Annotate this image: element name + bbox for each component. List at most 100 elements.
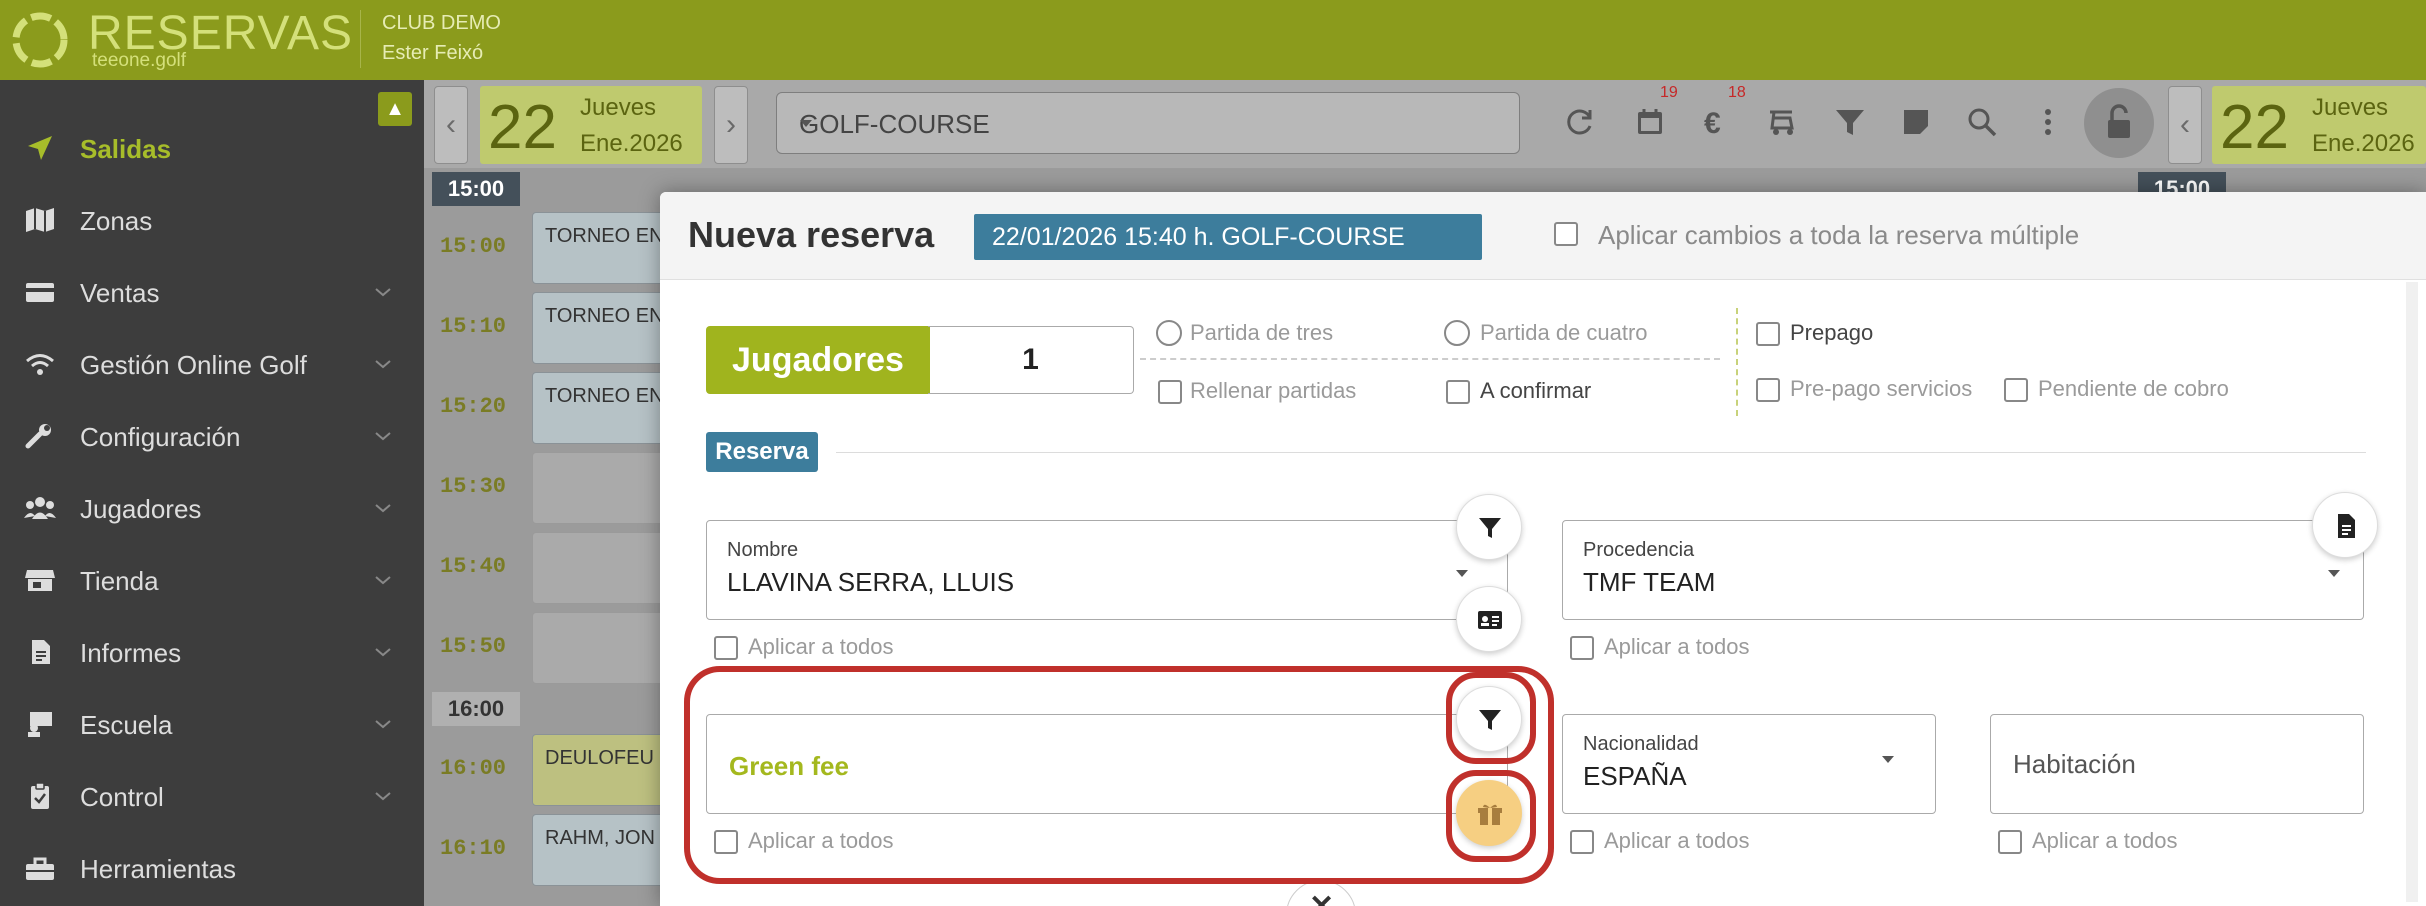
next-day-button[interactable]: › — [714, 86, 748, 164]
procedencia-apply-all-checkbox[interactable] — [1570, 636, 1594, 660]
nacionalidad-value: ESPAÑA — [1583, 761, 1687, 791]
lock-button[interactable] — [2084, 88, 2154, 158]
nombre-field[interactable]: Nombre LLAVINA SERRA, LLUIS — [706, 520, 1508, 620]
golf-cart-icon[interactable] — [1764, 104, 1800, 140]
calendar-badge: 19 — [1660, 84, 1678, 101]
course-select-value: GOLF-COURSE — [799, 109, 990, 139]
sidebar-item-gestion-online[interactable]: Gestión Online Golf — [0, 334, 424, 394]
nacionalidad-apply-all-checkbox[interactable] — [1570, 830, 1594, 854]
report-icon — [24, 638, 56, 666]
sidebar-item-ventas[interactable]: Ventas — [0, 262, 424, 322]
search-icon[interactable] — [1964, 104, 2000, 140]
sidebar-item-label: Salidas — [80, 134, 172, 164]
refresh-icon[interactable] — [1562, 104, 1598, 140]
partida-cuatro-radio[interactable] — [1444, 320, 1470, 346]
sidebar-item-tienda[interactable]: Tienda — [0, 550, 424, 610]
a-confirmar-label: A confirmar — [1480, 378, 1592, 403]
id-card-button[interactable] — [1456, 586, 1522, 652]
divider — [1140, 358, 1720, 360]
habitacion-field[interactable]: Habitación — [1990, 714, 2364, 814]
sidebar-item-salidas[interactable]: Salidas — [0, 118, 424, 178]
sidebar-item-label: Tienda — [80, 566, 159, 596]
rellenar-checkbox[interactable] — [1158, 380, 1182, 404]
sidebar-item-zonas[interactable]: Zonas — [0, 190, 424, 250]
hour-header: 15:00 — [432, 172, 520, 206]
players-label: Jugadores — [706, 326, 930, 394]
map-icon — [24, 206, 56, 234]
highlight-filter-button — [1446, 672, 1536, 764]
euro-icon[interactable]: € — [1698, 104, 1734, 140]
tee-slot[interactable] — [532, 612, 676, 684]
tee-slot[interactable]: RAHM, JON — [532, 814, 676, 886]
prepago-checkbox[interactable] — [1756, 322, 1780, 346]
modal-title: Nueva reserva — [688, 214, 935, 255]
sidebar-item-label: Ventas — [80, 278, 160, 308]
apply-multiple-label: Aplicar cambios a toda la reserva múltip… — [1598, 220, 2080, 250]
sidebar-item-label: Informes — [80, 638, 182, 668]
sidebar-item-herramientas[interactable]: Herramientas — [0, 838, 424, 898]
sidebar-item-informes[interactable]: Informes — [0, 622, 424, 682]
tee-slot[interactable]: TORNEO EN — [532, 292, 676, 364]
tee-slot[interactable]: TORNEO EN — [532, 212, 676, 284]
time-label: 15:30 — [440, 474, 507, 499]
sidebar-item-label: Zonas — [80, 206, 153, 236]
partida-cuatro-label: Partida de cuatro — [1480, 320, 1648, 345]
more-vertical-icon[interactable] — [2030, 104, 2066, 140]
id-card-icon — [1478, 611, 1502, 629]
close-icon: ✕ — [1309, 889, 1334, 906]
slot-text: TORNEO EN — [545, 385, 664, 407]
nacionalidad-field[interactable]: Nacionalidad ESPAÑA — [1562, 714, 1936, 814]
euro-badge: 18 — [1728, 84, 1746, 101]
prepago-servicios-checkbox[interactable] — [1756, 378, 1780, 402]
highlight-green-fee-group — [684, 666, 1554, 884]
document-button[interactable] — [2312, 492, 2378, 558]
sidebar-item-label: Herramientas — [80, 854, 237, 884]
apply-multiple-checkbox[interactable] — [1554, 222, 1578, 246]
note-icon[interactable] — [1898, 104, 1934, 140]
sidebar-item-label: Jugadores — [80, 494, 202, 524]
course-select[interactable]: GOLF-COURSE — [776, 92, 1520, 154]
habitacion-apply-all-checkbox[interactable] — [1998, 830, 2022, 854]
store-icon — [24, 566, 56, 594]
chevron-down-icon — [372, 714, 394, 734]
document-icon — [2338, 514, 2355, 538]
date-display-right[interactable]: 22 Jueves Ene.2026 — [2212, 86, 2426, 164]
procedencia-field[interactable]: Procedencia TMF TEAM — [1562, 520, 2364, 620]
time-label: 15:10 — [440, 314, 507, 339]
filter-icon[interactable] — [1832, 104, 1868, 140]
paper-plane-icon — [24, 134, 56, 162]
partida-tres-radio[interactable] — [1156, 320, 1182, 346]
pendiente-cobro-checkbox[interactable] — [2004, 378, 2028, 402]
nombre-apply-all-checkbox[interactable] — [714, 636, 738, 660]
players-input[interactable]: 1 — [928, 326, 1134, 394]
wrench-icon — [24, 422, 56, 450]
caret-down-icon — [2327, 569, 2341, 579]
tee-slot[interactable] — [532, 532, 676, 604]
clipboard-icon — [24, 782, 56, 810]
section-tag: Reserva — [706, 432, 818, 472]
brand-subtitle: teeone.golf — [92, 50, 187, 71]
toolbox-icon — [24, 854, 56, 882]
caret-down-icon — [1881, 755, 1895, 765]
prev-day-button[interactable]: ‹ — [434, 86, 468, 164]
tee-slot[interactable]: DEULOFEU — [532, 734, 676, 806]
slot-text: DEULOFEU — [545, 747, 654, 769]
sidebar-item-configuracion[interactable]: Configuración — [0, 406, 424, 466]
modal-scrollbar[interactable] — [2406, 282, 2418, 902]
sidebar-item-control[interactable]: Control — [0, 766, 424, 826]
sidebar-item-escuela[interactable]: Escuela — [0, 694, 424, 754]
calendar-icon[interactable] — [1632, 104, 1668, 140]
nacionalidad-label: Nacionalidad — [1583, 733, 1699, 755]
tee-slot[interactable]: TORNEO EN — [532, 372, 676, 444]
top-bar — [0, 0, 2426, 80]
chevron-down-icon — [372, 786, 394, 806]
chevron-down-icon — [372, 282, 394, 302]
apply-all-label: Aplicar a todos — [2032, 828, 2178, 853]
nombre-filter-button[interactable] — [1456, 494, 1522, 560]
prepago-servicios-label: Pre-pago servicios — [1790, 376, 1973, 401]
prev-day-button-right[interactable]: ‹ — [2168, 86, 2202, 164]
a-confirmar-checkbox[interactable] — [1446, 380, 1470, 404]
tee-slot[interactable] — [532, 452, 676, 524]
date-display[interactable]: 22 Jueves Ene.2026 — [480, 86, 702, 164]
sidebar-item-jugadores[interactable]: Jugadores — [0, 478, 424, 538]
